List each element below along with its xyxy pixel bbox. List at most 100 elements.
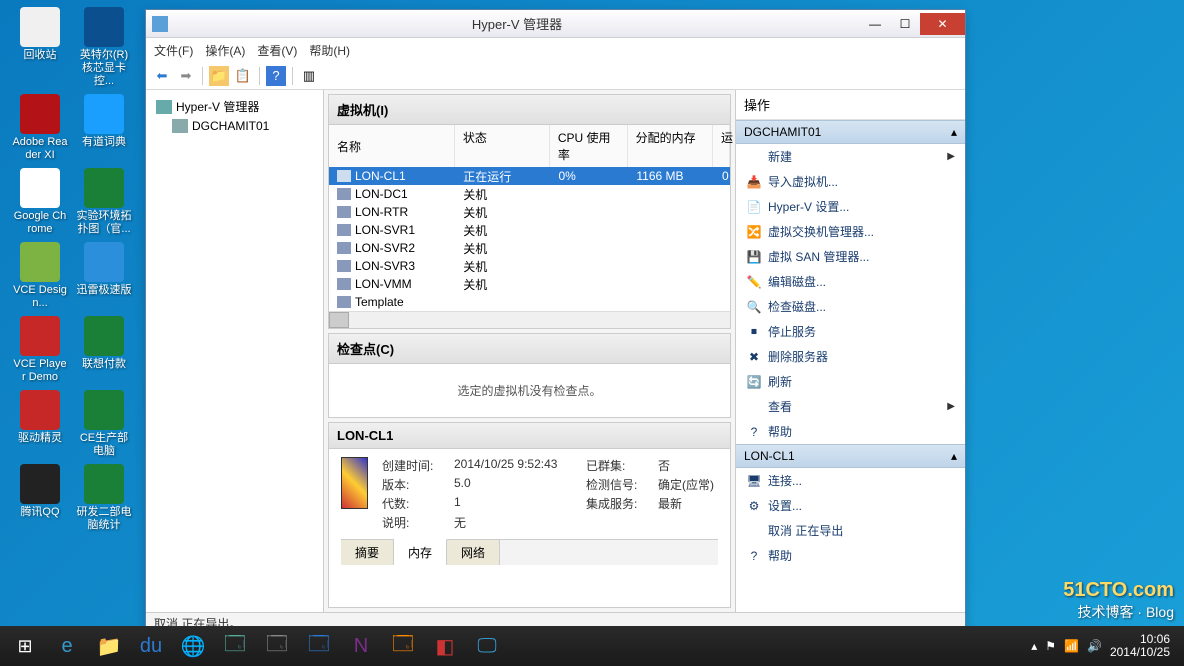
task-app6[interactable]: 🖵 [466, 626, 508, 666]
tray-up-icon[interactable]: ▴ [1031, 639, 1037, 653]
task-chrome[interactable]: 🌐 [172, 626, 214, 666]
menu-help[interactable]: 帮助(H) [309, 42, 350, 59]
task-app3[interactable]: 🗔 [298, 626, 340, 666]
vm-row[interactable]: LON-DC1关机 [329, 185, 730, 203]
folder-icon[interactable]: 📁 [209, 66, 229, 86]
minimize-button[interactable]: — [860, 13, 890, 35]
properties-icon[interactable]: 📋 [233, 66, 253, 86]
vm-row[interactable]: LON-CL1正在运行0%1166 MB0 [329, 167, 730, 185]
collapse-icon: ▴ [951, 125, 957, 139]
desktop-icon[interactable]: Adobe Reader XI [10, 92, 70, 164]
actions-section-vm[interactable]: LON-CL1▴ [736, 444, 965, 468]
h-scrollbar[interactable] [329, 311, 730, 328]
task-onenote[interactable]: N [340, 626, 382, 666]
action-item[interactable]: ⏹停止服务 [736, 319, 965, 344]
vm-row[interactable]: LON-VMM关机 [329, 275, 730, 293]
desktop: 回收站英特尔(R) 核芯显卡控...Adobe Reader XI有道词典Goo… [0, 0, 140, 620]
maximize-button[interactable]: ☐ [890, 13, 920, 35]
vm-row[interactable]: LON-SVR2关机 [329, 239, 730, 257]
vm-row[interactable]: LON-SVR1关机 [329, 221, 730, 239]
desktop-icon[interactable]: 有道词典 [74, 92, 134, 164]
hyper-v-window: Hyper-V 管理器 — ☐ ✕ 文件(F) 操作(A) 查看(V) 帮助(H… [145, 9, 966, 633]
vm-metadata: 创建时间:2014/10/25 9:52:43 已群集:否 版本:5.0 检测信… [382, 457, 718, 531]
tab-summary[interactable]: 摘要 [341, 540, 394, 565]
actions-section-server[interactable]: DGCHAMIT01▴ [736, 120, 965, 144]
tree-server[interactable]: DGCHAMIT01 [152, 117, 317, 135]
menu-view[interactable]: 查看(V) [257, 42, 297, 59]
desktop-icon[interactable]: 驱动精灵 [10, 388, 70, 460]
action-item[interactable]: ✏️编辑磁盘... [736, 269, 965, 294]
action-item[interactable]: ?帮助 [736, 419, 965, 444]
vm-icon [337, 224, 351, 236]
tray-volume-icon[interactable]: 🔊 [1087, 639, 1102, 653]
task-ie[interactable]: e [46, 626, 88, 666]
menu-file[interactable]: 文件(F) [154, 42, 193, 59]
action-icon: ? [746, 424, 762, 440]
action-item[interactable]: 取消 正在导出 [736, 518, 965, 543]
desktop-icon[interactable]: 实验环境拓扑图（官... [74, 166, 134, 238]
server-manager-icon [156, 100, 172, 114]
action-icon: 🔄 [746, 374, 762, 390]
action-icon: ✏️ [746, 274, 762, 290]
tab-network[interactable]: 网络 [447, 540, 500, 565]
desktop-icon[interactable]: VCE Player Demo [10, 314, 70, 386]
vm-row[interactable]: Template [329, 293, 730, 311]
tree-root[interactable]: Hyper-V 管理器 [152, 96, 317, 117]
titlebar[interactable]: Hyper-V 管理器 — ☐ ✕ [146, 10, 965, 38]
panel-icon[interactable]: ▥ [299, 66, 319, 86]
task-app2[interactable]: 🗔 [256, 626, 298, 666]
tray-network-icon[interactable]: 📶 [1064, 639, 1079, 653]
vm-icon [337, 170, 351, 182]
checkpoints-header: 检查点(C) [329, 334, 730, 364]
action-item[interactable]: 🔀虚拟交换机管理器... [736, 219, 965, 244]
forward-button[interactable]: ➡ [176, 66, 196, 86]
tray-flag-icon[interactable]: ⚑ [1045, 639, 1056, 653]
tab-memory[interactable]: 内存 [394, 539, 447, 565]
action-icon: 💾 [746, 249, 762, 265]
close-button[interactable]: ✕ [920, 13, 965, 35]
vm-thumbnail[interactable] [341, 457, 368, 509]
menu-action[interactable]: 操作(A) [205, 42, 245, 59]
action-item[interactable]: ✖删除服务器 [736, 344, 965, 369]
desktop-icon[interactable]: Google Chrome [10, 166, 70, 238]
action-icon: ? [746, 548, 762, 564]
action-item[interactable]: 查看▶ [736, 394, 965, 419]
desktop-icon[interactable]: 英特尔(R) 核芯显卡控... [74, 5, 134, 90]
desktop-icon[interactable]: 腾讯QQ [10, 462, 70, 534]
vm-row[interactable]: LON-RTR关机 [329, 203, 730, 221]
desktop-icon[interactable]: VCE Design... [10, 240, 70, 312]
action-item[interactable]: 📄Hyper-V 设置... [736, 194, 965, 219]
action-icon: 📥 [746, 174, 762, 190]
back-button[interactable]: ⬅ [152, 66, 172, 86]
desktop-icon[interactable]: 研发二部电脑统计 [74, 462, 134, 534]
help-icon[interactable]: ? [266, 66, 286, 86]
task-baidu[interactable]: du [130, 626, 172, 666]
vm-row[interactable]: LON-SVR3关机 [329, 257, 730, 275]
task-app5[interactable]: ◧ [424, 626, 466, 666]
vm-list-header: 虚拟机(I) [329, 95, 730, 125]
toolbar: ⬅ ➡ 📁 📋 ? ▥ [146, 62, 965, 90]
system-tray[interactable]: ▴ ⚑ 📶 🔊 10:06 2014/10/25 [1021, 633, 1180, 659]
vm-columns[interactable]: 名称 状态 CPU 使用率 分配的内存 运 [329, 125, 730, 167]
details-header: LON-CL1 [329, 423, 730, 449]
action-item[interactable]: 💾虚拟 SAN 管理器... [736, 244, 965, 269]
action-item[interactable]: 📥导入虚拟机... [736, 169, 965, 194]
action-icon [746, 399, 762, 415]
start-button[interactable]: ⊞ [4, 626, 46, 666]
desktop-icon[interactable]: 回收站 [10, 5, 70, 90]
action-item[interactable]: 🖥连接... [736, 468, 965, 493]
action-icon [746, 149, 762, 165]
action-item[interactable]: 新建▶ [736, 144, 965, 169]
vm-icon [337, 296, 351, 308]
desktop-icon[interactable]: 迅雷极速版 [74, 240, 134, 312]
clock[interactable]: 10:06 2014/10/25 [1110, 633, 1170, 659]
desktop-icon[interactable]: 联想付款 [74, 314, 134, 386]
desktop-icon[interactable]: CE生产部电脑 [74, 388, 134, 460]
action-item[interactable]: 🔍检查磁盘... [736, 294, 965, 319]
action-item[interactable]: 🔄刷新 [736, 369, 965, 394]
task-app4[interactable]: 🗔 [382, 626, 424, 666]
task-app1[interactable]: 🗔 [214, 626, 256, 666]
task-explorer[interactable]: 📁 [88, 626, 130, 666]
action-item[interactable]: ⚙设置... [736, 493, 965, 518]
action-item[interactable]: ?帮助 [736, 543, 965, 568]
